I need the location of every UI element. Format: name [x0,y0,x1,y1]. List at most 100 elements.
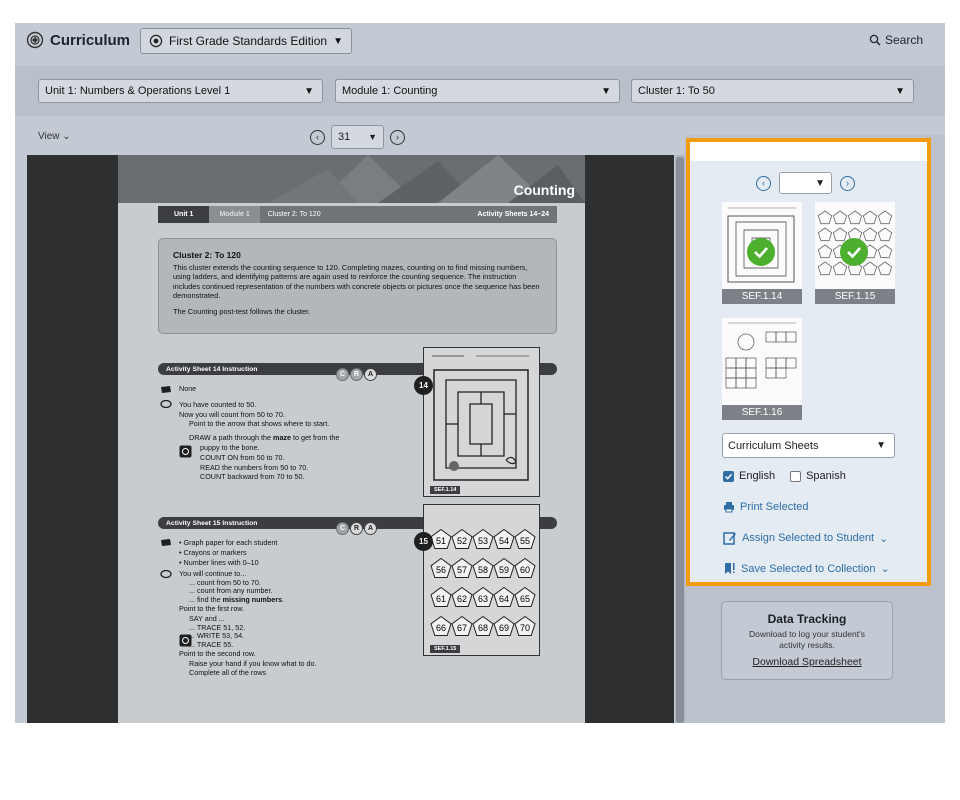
viewer-scrollbar[interactable] [675,155,685,723]
pentagon-number: 64 [499,594,509,604]
instruction-text: Raise your hand if you know what to do. [189,658,317,668]
material-text: Graph paper for each student [183,538,278,547]
bookmark-icon [725,563,735,574]
thumbnail-sef-1-15[interactable]: SEF.1.15 [815,202,895,304]
instruction-text: Point to the first row. [179,604,245,614]
thumbnail-pentagon [862,261,878,276]
previous-thumbnails-button[interactable]: ‹ [756,175,771,191]
materials-icon [161,539,171,546]
viewer-scrollbar-thumb[interactable] [676,157,684,723]
thumbnail-sef-1-14[interactable]: SEF.1.14 [722,202,802,304]
thumbnail-pager: ‹ ▼ › [756,172,855,194]
student-activity-icon [179,634,192,647]
cluster-summary: Cluster 2: To 120 This cluster extends t… [158,238,557,334]
cra-a: A [364,368,377,381]
sheet-type-value: Curriculum Sheets [728,439,819,452]
pentagon-number: 54 [499,536,509,546]
thumbnail-pentagon [832,261,848,276]
sheet-14-preview: SEF.1.14 [423,347,540,497]
search-label: Search [884,33,923,47]
module-select-value: Module 1: Counting [342,85,438,97]
page-number-select[interactable]: 31 ▼ [331,125,384,149]
maze-icon [432,355,529,481]
edition-dropdown[interactable]: First Grade Standards Edition ▼ [140,28,352,54]
instruction-text: DRAW a path through the [189,433,274,443]
chevron-down-icon: ▼ [815,177,825,189]
sheet-14-number-badge: 14 [414,376,433,395]
sheet-15-preview: 51 52 53 54 55 56 57 58 59 60 61 62 63 64 65 66 67 68 69 70… [423,504,540,656]
materials-line: None [160,384,410,394]
page-banner-title: Counting [513,182,575,198]
chevron-down-icon: ▼ [304,85,314,97]
thumbnail-pentagon [817,227,833,242]
crumb-unit: Unit 1 [158,206,210,223]
draw-line: DRAW a path through the maze to get from… [160,433,410,443]
spanish-checkbox[interactable] [790,470,802,482]
save-selected-button[interactable]: Save Selected to Collection ⌄ [723,562,890,575]
printer-icon [724,502,734,513]
pentagon-number: 70 [520,623,530,633]
instruction-text: puppy to the bone. [200,442,260,452]
sheet-15-tag: SEF.1.15 [430,645,461,653]
activity-sheet-14-instructions: None You have counted to 50. Now you wil… [160,384,410,482]
page-breadcrumb: Unit 1 Module 1 Cluster 2: To 120 Activi… [158,206,557,223]
sheet-15-number-badge: 15 [414,532,433,551]
edition-gear-icon [149,34,163,48]
crumb-sheets: Activity Sheets 14–24 [477,211,549,218]
module-select[interactable]: Module 1: Counting ▼ [335,79,620,103]
instruction-text: Now you will count from 50 to 70. [179,409,285,419]
print-selected-button[interactable]: Print Selected [723,501,808,513]
assign-edit-icon [723,532,736,545]
thumbnail-page-select[interactable]: ▼ [779,172,832,194]
thumbnail-label: SEF.1.15 [815,289,895,304]
search-button[interactable]: Search [869,33,923,47]
pentagon-number: 52 [457,536,467,546]
pentagon-number: 60 [520,565,530,575]
sheet-type-select[interactable]: Curriculum Sheets ▼ [722,433,895,458]
page-pager: ‹ 31 ▼ › [310,125,405,149]
english-checkbox[interactable] [723,470,734,482]
language-options: English Spanish [723,470,846,482]
unit-select[interactable]: Unit 1: Numbers & Operations Level 1 ▼ [38,79,323,103]
chevron-down-icon: ⌄ [62,131,71,142]
chevron-down-icon: ▼ [876,440,886,451]
cluster-title: Cluster 2: To 120 [173,250,241,260]
filter-bar: Unit 1: Numbers & Operations Level 1 ▼ M… [15,66,945,116]
download-spreadsheet-link[interactable]: Download Spreadsheet [722,656,892,668]
materials-icon [161,385,171,393]
cra-indicator: C R A [336,522,377,535]
instruction-text: ... WRITE 53, 54. [189,630,245,640]
chevron-down-icon: ⌄ [879,532,889,545]
brand-menu[interactable]: Curriculum ⌄ [26,31,147,49]
next-thumbnails-button[interactable]: › [840,175,855,191]
selected-check-icon [747,238,775,266]
view-label: View [38,131,60,142]
document-viewer[interactable]: Counting Unit 1 Module 1 Cluster 2: To 1… [27,155,674,723]
curriculum-logo-icon [26,31,44,49]
previous-page-button[interactable]: ‹ [310,129,325,145]
cluster-note: The Counting post-test follows the clust… [173,307,311,317]
panel-header-strip [690,142,927,161]
sheet-selection-panel: ‹ ▼ › SEF.1.14 SEF.1.15 SEF.1.16 Curricu… [686,138,931,586]
instruction-text: COUNT backward from 70 to 50. [200,472,305,482]
cluster-select[interactable]: Cluster 1: To 50 ▼ [631,79,914,103]
chevron-down-icon: ⌄ [880,563,890,575]
view-menu[interactable]: View ⌄ [38,131,71,142]
pentagon-number: 57 [457,565,467,575]
sheet-14-tag: SEF.1.14 [430,486,461,494]
materials-line: • Graph paper for each student • Crayons… [160,538,410,567]
assign-selected-label: Assign Selected to Student [742,532,875,544]
instruction-text: Point to the second row. [179,648,256,658]
pentagon-number: 69 [499,623,509,633]
thumbnail-pentagon [832,210,848,225]
next-page-button[interactable]: › [390,129,405,145]
assign-selected-button[interactable]: Assign Selected to Student ⌄ [723,531,888,545]
instruction-bold: missing numbers [222,595,283,605]
instruction-text: COUNT ON from 50 to 70. [200,452,285,462]
heading-text: Activity Sheet 15 Instruction [166,519,258,527]
heading-text: Activity Sheet 14 Instruction [166,365,258,373]
student-activity-icon [179,445,192,458]
chevron-down-icon: ▼ [368,132,377,142]
selected-check-icon [840,238,868,266]
thumbnail-sef-1-16[interactable]: SEF.1.16 [722,318,802,420]
